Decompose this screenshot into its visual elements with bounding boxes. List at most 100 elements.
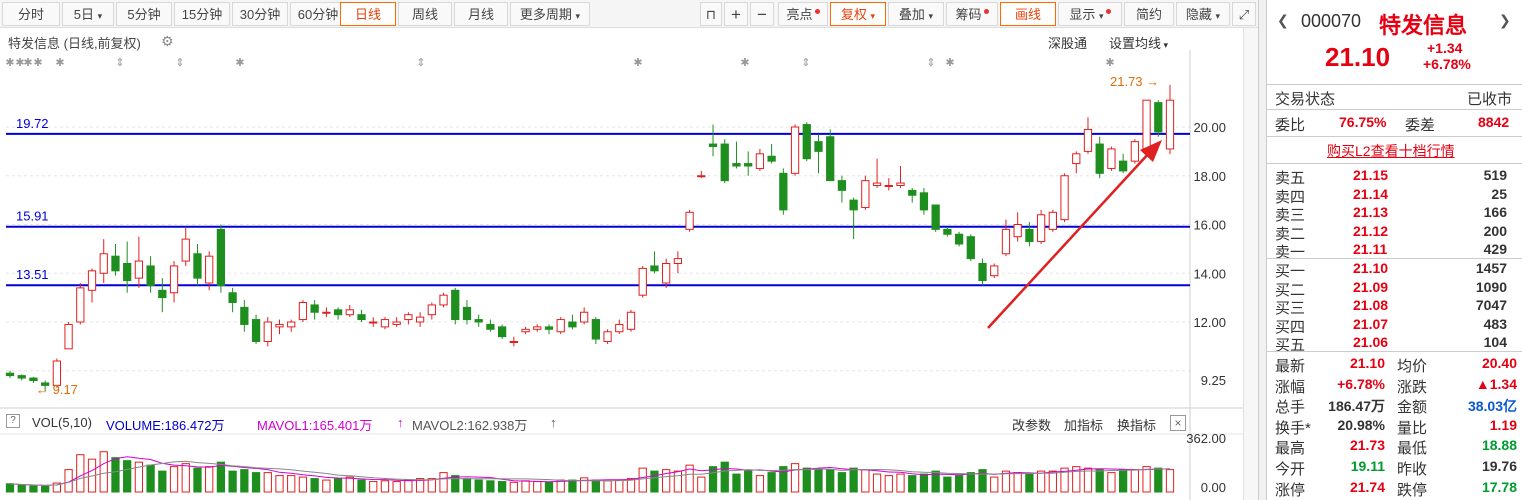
stat-value: 19.76	[1481, 458, 1517, 474]
candle-body	[134, 260, 144, 279]
weicha-label: 委差	[1405, 117, 1436, 134]
switch-indicator-button[interactable]: 换指标	[1117, 415, 1156, 434]
candle-body	[439, 294, 448, 306]
y-tick-label: 18.00	[1193, 169, 1226, 184]
candle-body	[287, 321, 296, 328]
volume-bar	[814, 469, 823, 493]
stats-row: 换手* 20.98% 量比 1.19	[1267, 416, 1522, 437]
candle-body	[568, 321, 577, 328]
event-marker-icon: ⇕	[416, 56, 425, 69]
volume-bar	[966, 472, 975, 493]
stat-value: +6.78%	[1337, 375, 1385, 392]
quote-title: ❮ 000070 特发信息 ❯	[1267, 8, 1522, 38]
candle-body	[884, 185, 893, 187]
bid-volume: 483	[1483, 315, 1507, 332]
candle-body	[1142, 99, 1151, 150]
price-change: +1.34	[1427, 40, 1463, 56]
panel-splitter[interactable]	[1258, 0, 1266, 500]
volume-bar	[1036, 470, 1046, 493]
volume-bar	[76, 454, 85, 493]
candle-body	[111, 255, 120, 272]
volume-bar	[884, 475, 893, 493]
volume-bar	[872, 473, 882, 493]
volume-bar	[322, 479, 331, 493]
volume-bar	[29, 485, 38, 493]
help-icon[interactable]: ?	[6, 414, 20, 428]
candle-body	[497, 326, 507, 338]
bid-price: 21.07	[1353, 315, 1389, 332]
divider	[1267, 163, 1522, 164]
stat-label: 换手*	[1275, 419, 1311, 437]
volume-bar	[462, 478, 472, 493]
mavol1-arrow-icon: ↑	[397, 415, 404, 430]
mavol2-arrow-icon: ↑	[550, 415, 557, 430]
candle-body	[427, 304, 436, 316]
volume-bar	[1130, 469, 1139, 493]
candle-body	[263, 321, 272, 342]
price-change-pct: +6.78%	[1423, 56, 1471, 72]
back-icon[interactable]: ❮	[1277, 12, 1289, 29]
volume-bar	[908, 475, 917, 493]
candle-body	[1060, 175, 1069, 221]
candle-body	[1036, 214, 1046, 243]
event-marker-icon: ✱	[235, 56, 244, 69]
volume-bar	[521, 480, 530, 493]
candle-body	[415, 316, 425, 323]
high-price-marker: 21.73 →	[1110, 74, 1159, 89]
ask-price: 21.11	[1353, 241, 1388, 257]
edit-params-button[interactable]: 改参数	[1012, 415, 1051, 434]
stats-row: 今开 19.11 昨收 19.76	[1267, 457, 1522, 478]
price-axis: 20.00 18.00 16.00 14.00 12.00 9.25	[1193, 120, 1226, 388]
stat-label: 最高	[1275, 440, 1306, 458]
candle-body	[826, 136, 835, 182]
stat-value: ▲1.34	[1475, 375, 1517, 392]
candle-body	[732, 163, 741, 167]
quote-panel: ❮ 000070 特发信息 ❯ 21.10 +1.34 +6.78% 交易状态 …	[1266, 0, 1522, 500]
candle-body	[322, 311, 331, 314]
candle-body	[615, 323, 624, 333]
forward-icon[interactable]: ❯	[1499, 12, 1511, 29]
candle-body	[720, 143, 729, 182]
divider	[1267, 84, 1522, 85]
candle-body	[837, 180, 847, 191]
volume-bar	[5, 483, 15, 493]
bid-volume: 1090	[1475, 278, 1507, 295]
candle-body	[462, 306, 472, 321]
candle-body	[919, 192, 929, 211]
volume-bar	[849, 467, 858, 493]
candle-body	[486, 323, 495, 330]
volume-bar	[392, 481, 401, 493]
add-indicator-button[interactable]: 加指标	[1064, 415, 1103, 434]
weibi-row: 委比 76.75% 委差 8842	[1267, 113, 1522, 134]
event-marker-icon: ✱	[55, 56, 64, 69]
candle-body	[814, 141, 823, 152]
stat-label: 涨幅	[1275, 378, 1306, 396]
candlestick-series	[5, 84, 1175, 391]
candle-body	[392, 321, 401, 325]
stats-row: 最新 21.10 均价 20.40	[1267, 354, 1522, 375]
event-marker-icon: ⇕	[926, 56, 935, 69]
bid-volume: 1457	[1475, 260, 1507, 276]
close-icon[interactable]: ×	[1170, 415, 1186, 431]
low-price-marker: ← 9.17	[36, 382, 78, 397]
volume-bar	[755, 475, 765, 493]
candle-body	[345, 309, 354, 316]
candle-body	[978, 263, 987, 282]
candle-body	[896, 182, 905, 186]
candle-body	[99, 253, 108, 274]
candle-body	[802, 124, 811, 160]
stat-value: 19.11	[1350, 458, 1385, 474]
candle-body	[181, 238, 190, 262]
candle-body	[5, 372, 15, 377]
candle-body	[205, 255, 214, 284]
l2-upgrade-link[interactable]: 购买L2查看十档行情	[1327, 141, 1455, 161]
volume-bar	[990, 476, 999, 493]
volume-bar	[404, 479, 413, 493]
ask-price: 21.15	[1353, 167, 1389, 183]
stat-value: 18.88	[1481, 437, 1517, 454]
volume-bar	[228, 470, 237, 493]
mavol1-value: MAVOL1:165.401万	[257, 418, 373, 433]
volume-bar	[591, 479, 600, 493]
stat-label: 均价	[1397, 358, 1428, 375]
volume-bar	[451, 475, 460, 493]
